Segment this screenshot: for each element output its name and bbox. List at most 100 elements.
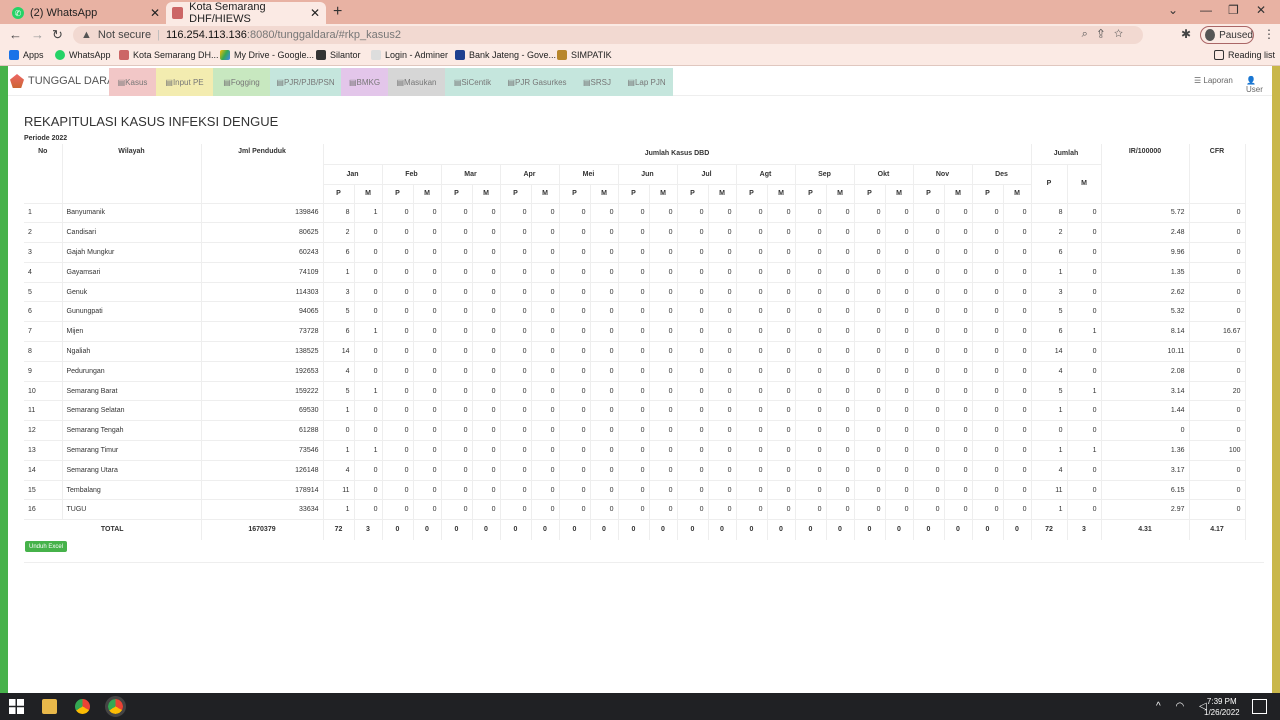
silantor-icon bbox=[316, 50, 326, 60]
cell-p: 0 bbox=[795, 519, 827, 540]
nav-masukan[interactable]: ▤ Masukan bbox=[388, 68, 445, 96]
nav-laporan[interactable]: ☰ Laporan bbox=[1194, 76, 1233, 85]
nav-input-pe[interactable]: ▤ Input PE bbox=[156, 68, 213, 96]
nav-sicentik[interactable]: ▤ SiCentik bbox=[445, 68, 500, 96]
date: 1/26/2022 bbox=[1204, 708, 1240, 717]
profile-button[interactable]: Paused bbox=[1200, 26, 1254, 44]
cell-p: 0 bbox=[677, 400, 709, 421]
cell-p: 0 bbox=[559, 380, 591, 401]
export-excel-button[interactable]: Unduh Excel bbox=[25, 541, 67, 552]
nav-srsj[interactable]: ▤ SRSJ bbox=[574, 68, 620, 96]
cell-p: 0 bbox=[677, 420, 709, 441]
cell-m: 0 bbox=[708, 499, 737, 520]
star-icon[interactable]: ☆ bbox=[1114, 28, 1133, 40]
cell-m: 0 bbox=[826, 301, 855, 322]
cell-m: 0 bbox=[472, 519, 501, 540]
cell-m: 0 bbox=[1003, 479, 1032, 500]
cell-m: 0 bbox=[767, 400, 796, 421]
clock[interactable]: 7:39 PM 1/26/2022 bbox=[1204, 696, 1240, 718]
address-bar[interactable]: ▲ Not secure | 116.254.113.136:8080/tung… bbox=[73, 26, 1143, 44]
cell-ir: 9.96 bbox=[1101, 242, 1190, 263]
cell-m: 0 bbox=[708, 281, 737, 302]
forward-icon[interactable]: → bbox=[31, 27, 44, 42]
nav-pjr-pjb-psn[interactable]: ▤ PJR/PJB/PSN bbox=[270, 68, 341, 96]
cell-p: 0 bbox=[913, 222, 945, 243]
bookmark-silantor[interactable]: Silantor bbox=[316, 50, 361, 60]
cell-ir: 2.48 bbox=[1101, 222, 1190, 243]
cell-ir: 2.62 bbox=[1101, 281, 1190, 302]
cell-p: 0 bbox=[736, 360, 768, 382]
close-window-icon[interactable]: ✕ bbox=[1256, 3, 1266, 17]
close-tab-icon[interactable]: ✕ bbox=[310, 6, 320, 20]
cell-ir: 4.31 bbox=[1101, 519, 1190, 540]
chrome-icon[interactable] bbox=[75, 699, 90, 714]
bookmark-kota-semarang[interactable]: Kota Semarang DH... bbox=[119, 50, 219, 60]
simpatik-icon bbox=[557, 50, 567, 60]
back-icon[interactable]: ← bbox=[9, 27, 22, 42]
cell-m: 0 bbox=[649, 459, 678, 481]
menu-icon[interactable]: ⋮ bbox=[1263, 27, 1275, 41]
bookmark-apps[interactable]: Apps bbox=[9, 50, 44, 60]
nav-kasus[interactable]: ▤ Kasus bbox=[109, 68, 156, 96]
cell-total-m: 0 bbox=[1067, 341, 1102, 362]
col-month: Nov bbox=[913, 163, 973, 184]
col-m: M bbox=[531, 183, 560, 203]
cell-p: 0 bbox=[382, 519, 414, 540]
reload-icon[interactable]: ↻ bbox=[52, 27, 63, 43]
cell-m: 0 bbox=[885, 420, 914, 441]
cell-m: 0 bbox=[1003, 341, 1032, 362]
minimize-icon[interactable]: — bbox=[1200, 3, 1212, 17]
cell-m: 0 bbox=[826, 202, 855, 223]
bookmark-adminer[interactable]: Login - Adminer bbox=[371, 50, 448, 60]
new-tab-icon[interactable]: + bbox=[333, 3, 342, 21]
table-row: 11 Semarang Selatan 69530 1 0 0 0 0 0 0 0 0 0 0 0 0 0 0 0 0… bbox=[24, 400, 1246, 421]
cell-m: 0 bbox=[590, 459, 619, 481]
brand[interactable]: TUNGGAL DARA bbox=[10, 74, 114, 88]
cell-p: 0 bbox=[618, 242, 650, 263]
file-explorer-icon[interactable] bbox=[42, 699, 57, 714]
bookmark-google-drive[interactable]: My Drive - Google... bbox=[220, 50, 314, 60]
share-icon[interactable]: ⇪ bbox=[1098, 28, 1114, 40]
nav-label: SiCentik bbox=[461, 77, 492, 87]
cell-p: 0 bbox=[618, 281, 650, 302]
cell-m: 0 bbox=[708, 222, 737, 243]
cell-m: 0 bbox=[708, 459, 737, 481]
cell-m: 0 bbox=[944, 341, 973, 362]
cell-m: 0 bbox=[354, 222, 383, 243]
col-m: M bbox=[472, 183, 501, 203]
table-row: 4 Gayamsari 74109 1 0 0 0 0 0 0 0 0 0 0 0 0 0 0 0 0 0 0 0 0 0 0 0 1… bbox=[24, 261, 1246, 283]
nav-pjr-gasurkes[interactable]: ▤ PJR Gasurkes bbox=[500, 68, 574, 96]
nav-bmkg[interactable]: ▤ BMKG bbox=[341, 68, 388, 96]
extensions-icon[interactable]: ✱ bbox=[1181, 27, 1191, 41]
notification-icon[interactable] bbox=[1252, 699, 1267, 714]
tab-kota-semarang[interactable]: Kota Semarang DHF/HIEWS ✕ bbox=[166, 1, 326, 25]
cell-m: 0 bbox=[767, 479, 796, 500]
bookmark-bank-jateng[interactable]: Bank Jateng - Gove... bbox=[455, 50, 556, 60]
reading-list[interactable]: Reading list bbox=[1214, 50, 1275, 60]
nav-user[interactable]: 👤User bbox=[1246, 76, 1272, 94]
tab-search-icon[interactable]: ⌄ bbox=[1168, 3, 1178, 17]
cell-m: 0 bbox=[531, 261, 560, 283]
cell-m: 0 bbox=[590, 400, 619, 421]
bookmark-whatsapp[interactable]: WhatsApp bbox=[55, 50, 111, 60]
cell-total-m: 0 bbox=[1067, 242, 1102, 263]
nav-fogging[interactable]: ▤ Fogging bbox=[213, 68, 270, 96]
zoom-icon[interactable]: ⌕ bbox=[1082, 28, 1098, 40]
restore-icon[interactable]: ❐ bbox=[1228, 3, 1239, 17]
col-penduduk: Jml Penduduk bbox=[201, 144, 324, 203]
tab-whatsapp[interactable]: ✆ (2) WhatsApp ✕ bbox=[6, 2, 166, 24]
cell-m: 0 bbox=[531, 459, 560, 481]
cell-p: 0 bbox=[677, 479, 709, 500]
cell-p: 0 bbox=[677, 440, 709, 461]
cell-m: 0 bbox=[826, 479, 855, 500]
start-icon[interactable] bbox=[9, 699, 24, 714]
menu-item-icon: ▤ bbox=[348, 77, 357, 87]
warning-icon: ▲ bbox=[81, 29, 92, 41]
chrome-profile-icon[interactable] bbox=[105, 696, 126, 717]
close-tab-icon[interactable]: ✕ bbox=[150, 6, 160, 20]
bookmark-simpatik[interactable]: SIMPATIK bbox=[557, 50, 612, 60]
cell-total-p: 6 bbox=[1031, 321, 1068, 342]
cell-p: 0 bbox=[441, 321, 473, 342]
nav-lap-pjn[interactable]: ▤ Lap PJN bbox=[620, 68, 673, 96]
cell-p: 0 bbox=[795, 301, 827, 322]
